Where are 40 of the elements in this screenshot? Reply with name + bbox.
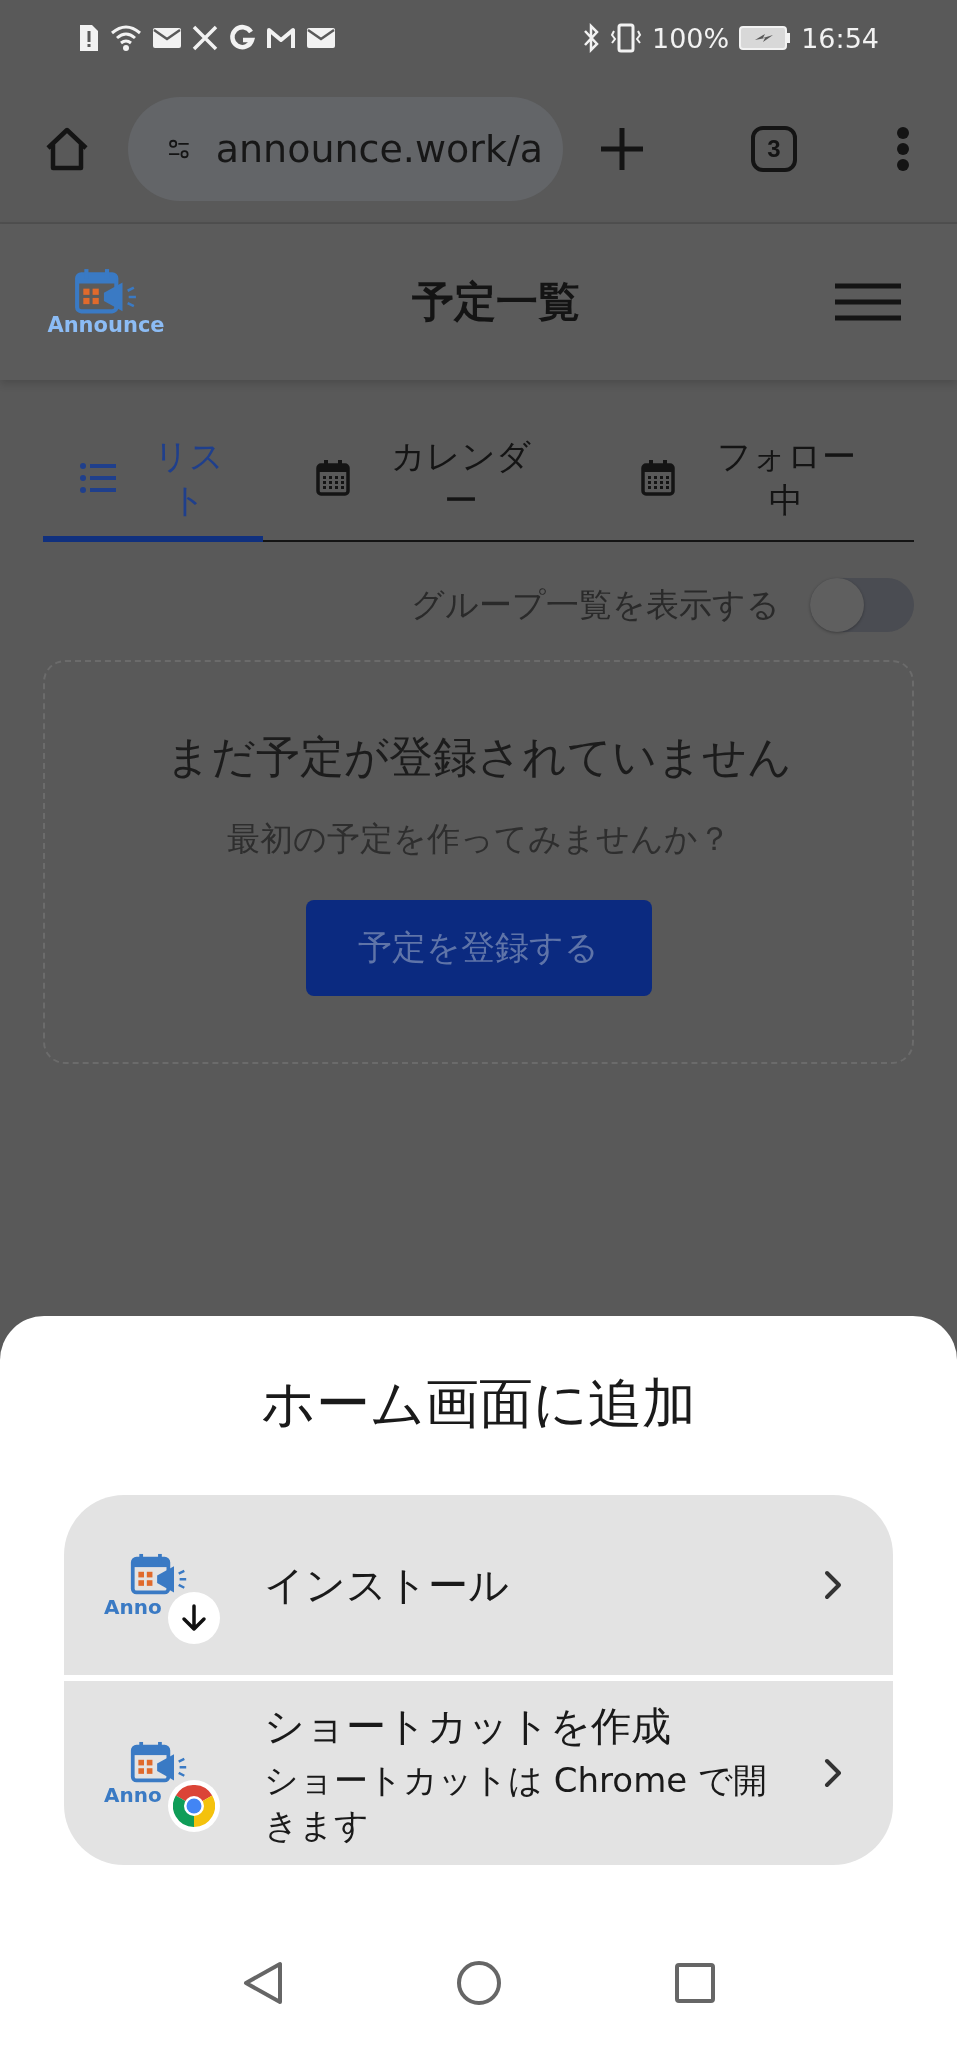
- tab[interactable]: フォロー中: [588, 420, 914, 543]
- list-icon: [79, 463, 116, 494]
- sheet-title: ホーム画面に追加: [261, 1371, 696, 1437]
- calendar-megaphone-icon: [129, 1553, 189, 1597]
- tab[interactable]: リスト: [43, 420, 263, 543]
- chevron-right-icon: [823, 1757, 843, 1789]
- calendar-icon: [641, 460, 676, 497]
- group-list-toggle[interactable]: [810, 578, 914, 633]
- chevron-right-icon: [823, 1569, 843, 1601]
- down-arrow-icon: [180, 1603, 208, 1633]
- option-description: ショートカットは Chrome で開きます: [264, 1759, 768, 1847]
- x-logo-icon: [192, 25, 218, 51]
- calendar-icon: [315, 460, 350, 497]
- option-title: ショートカットを作成: [264, 1702, 672, 1752]
- gmail-icon: [266, 26, 296, 50]
- tab-switcher-button[interactable]: 3: [751, 126, 797, 172]
- logo-text: Announce: [47, 315, 165, 337]
- wifi-icon: [110, 24, 142, 52]
- empty-state-title: まだ予定が登録されていません: [165, 730, 792, 785]
- tab[interactable]: カレンダー: [263, 420, 589, 543]
- register-schedule-button[interactable]: 予定を登録する: [305, 900, 652, 997]
- more-vertical-icon: [895, 126, 911, 172]
- sim-alert-icon: [78, 23, 100, 53]
- page-title: 予定一覧: [411, 276, 580, 328]
- bluetooth-icon: [582, 23, 600, 53]
- battery-percentage: 100%: [652, 22, 730, 54]
- mail-icon: [306, 26, 336, 50]
- address-bar[interactable]: announce.work/a: [128, 97, 563, 201]
- g-logo-icon: [228, 24, 256, 52]
- mail-icon: [152, 26, 182, 50]
- calendar-megaphone-icon: [129, 1741, 189, 1785]
- sheet-option[interactable]: Anno インストール: [64, 1495, 893, 1675]
- clock-time: 16:54: [801, 22, 879, 54]
- logo-text: Anno: [104, 1784, 162, 1805]
- calendar-megaphone-icon: [73, 267, 139, 316]
- battery-charging-icon: [739, 25, 792, 51]
- logo-text: Anno: [104, 1596, 162, 1617]
- vibrate-icon: [610, 23, 642, 53]
- sheet-option[interactable]: Anno ショートカットを作成 ショートカットは Chrome で開きます: [64, 1681, 893, 1865]
- option-title: インストール: [264, 1560, 510, 1610]
